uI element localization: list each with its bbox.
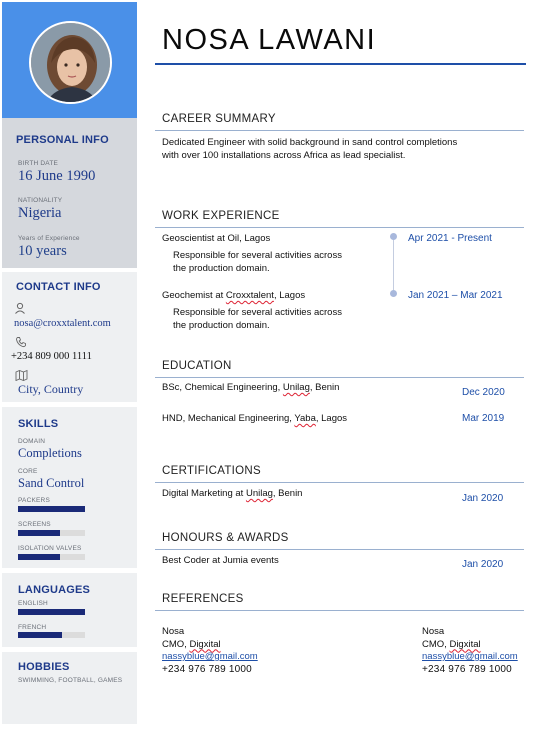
education-date: Mar 2019 — [462, 413, 505, 424]
domain-label: DOMAIN — [18, 438, 46, 445]
avatar — [29, 21, 112, 104]
nationality-label: NATIONALITY — [18, 197, 63, 204]
skill-bar-fill — [18, 530, 60, 536]
profile-photo-block — [2, 2, 137, 118]
hobbies-text: SWIMMING, FOOTBALL, GAMES — [18, 677, 123, 684]
experience-label: Years of Experience — [18, 235, 80, 242]
reference-phone: +234 976 789 1000 — [422, 663, 512, 675]
reference-name: Nosa — [162, 626, 185, 637]
certifications-title: CERTIFICATIONS — [162, 465, 261, 477]
name-divider — [155, 63, 526, 65]
timeline-dot — [390, 290, 397, 297]
reference-email[interactable]: nassyblue@gmail.com — [162, 651, 258, 664]
reference-role: CMO, Digxital — [162, 638, 221, 650]
experience-value: 10 years — [18, 243, 67, 259]
job-title: Geoscientist at Oil, Lagos — [162, 233, 271, 244]
career-summary-text: Dedicated Engineer with solid background… — [162, 137, 458, 161]
section-divider — [155, 130, 524, 131]
language-bar-fill — [18, 632, 62, 638]
language-label: FRENCH — [18, 624, 47, 631]
domain-value: Completions — [18, 446, 82, 460]
nationality-value: Nigeria — [18, 205, 62, 221]
skill-bar-fill — [18, 506, 85, 512]
reference-name: Nosa — [422, 626, 445, 637]
phone-icon — [15, 336, 27, 351]
skill-bar-fill — [18, 554, 60, 560]
skill-bar — [18, 554, 85, 560]
core-value: Sand Control — [18, 476, 85, 490]
languages-panel: LANGUAGES ENGLISH FRENCH — [2, 573, 137, 647]
section-divider — [155, 610, 524, 611]
resume-name: NOSA LAWANI — [162, 24, 377, 56]
education-date: Dec 2020 — [462, 387, 505, 398]
certification-item: Digital Marketing at Unilag, Benin — [162, 488, 303, 499]
section-divider — [155, 227, 524, 228]
birth-date-value: 16 June 1990 — [18, 168, 96, 184]
user-at-icon — [14, 302, 26, 317]
avatar-portrait-icon — [31, 23, 110, 102]
job-title: Geochemist at Croxxtalent, Lagos — [162, 290, 306, 301]
honour-item: Best Coder at Jumia events — [162, 555, 279, 566]
job-description: Responsible for several activities acros… — [173, 250, 342, 274]
skill-label: SCREENS — [18, 521, 51, 528]
reference-card: Nosa CMO, Digxital nassyblue@gmail.com +… — [162, 626, 258, 676]
skills-title: SKILLS — [18, 418, 59, 430]
birth-date-label: BIRTH DATE — [18, 160, 59, 167]
work-experience-title: WORK EXPERIENCE — [162, 210, 280, 222]
job-dates: Jan 2021 – Mar 2021 — [408, 290, 503, 301]
contact-info-title: CONTACT INFO — [16, 281, 101, 293]
contact-email[interactable]: nosa@croxxtalent.com — [14, 318, 111, 329]
personal-info-title: PERSONAL INFO — [16, 134, 109, 146]
personal-info-panel: PERSONAL INFO BIRTH DATE 16 June 1990 NA… — [2, 118, 137, 268]
contact-info-panel: CONTACT INFO nosa@croxxtalent.com +234 8… — [2, 272, 137, 402]
section-divider — [155, 377, 524, 378]
contact-location: City, Country — [18, 382, 84, 396]
honour-date: Jan 2020 — [462, 559, 504, 570]
languages-title: LANGUAGES — [18, 584, 91, 596]
skill-label: ISOLATION VALVES — [18, 545, 82, 552]
reference-role: CMO, Digxital — [422, 638, 481, 650]
hobbies-title: HOBBIES — [18, 661, 70, 673]
skill-bar — [18, 506, 85, 512]
reference-phone: +234 976 789 1000 — [162, 663, 252, 675]
skill-bar — [18, 530, 85, 536]
language-label: ENGLISH — [18, 600, 48, 607]
section-divider — [155, 482, 524, 483]
contact-phone: +234 809 000 1111 — [11, 351, 92, 362]
career-summary-title: CAREER SUMMARY — [162, 113, 276, 125]
language-bar-fill — [18, 609, 85, 615]
hobbies-panel: HOBBIES SWIMMING, FOOTBALL, GAMES — [2, 652, 137, 724]
reference-email[interactable]: nassyblue@gmail.com — [422, 651, 518, 664]
skills-panel: SKILLS DOMAIN Completions CORE Sand Cont… — [2, 407, 137, 568]
job-description: Responsible for several activities acros… — [173, 307, 342, 331]
education-degree: BSc, Chemical Engineering, Unilag, Benin — [162, 382, 340, 393]
reference-card: Nosa CMO, Digxital nassyblue@gmail.com +… — [422, 626, 518, 676]
job-dates: Apr 2021 - Present — [408, 233, 492, 244]
references-title: REFERENCES — [162, 593, 244, 605]
language-bar — [18, 609, 85, 615]
certification-date: Jan 2020 — [462, 493, 504, 504]
education-degree: HND, Mechanical Engineering, Yaba, Lagos — [162, 413, 348, 424]
timeline-line — [393, 240, 394, 294]
sidebar: PERSONAL INFO BIRTH DATE 16 June 1990 NA… — [0, 0, 137, 731]
section-divider — [155, 549, 524, 550]
honours-title: HONOURS & AWARDS — [162, 532, 289, 544]
language-bar — [18, 632, 85, 638]
timeline-dot — [390, 233, 397, 240]
skill-label: PACKERS — [18, 497, 50, 504]
education-title: EDUCATION — [162, 360, 232, 372]
core-label: CORE — [18, 468, 38, 475]
